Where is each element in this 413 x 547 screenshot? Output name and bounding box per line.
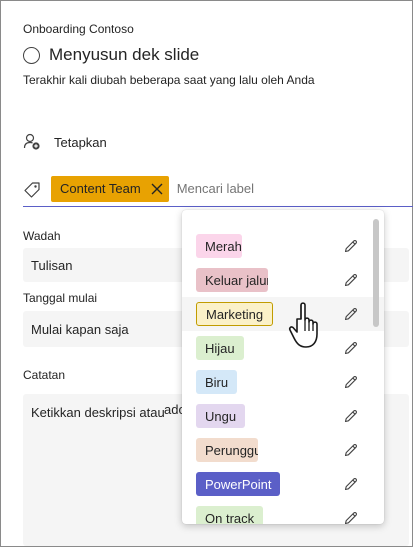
pencil-icon[interactable]	[344, 477, 358, 491]
task-details-card: Onboarding Contoso Menyusun dek slide Te…	[0, 0, 413, 547]
label-search-input[interactable]	[176, 181, 327, 196]
label-option[interactable]: Perunggu	[182, 433, 384, 467]
pencil-icon[interactable]	[344, 273, 358, 287]
label-option[interactable]: Hijau	[182, 331, 384, 365]
label-option-name: On track	[196, 506, 264, 524]
pencil-icon[interactable]	[344, 409, 358, 423]
assign-label: Tetapkan	[54, 134, 107, 150]
pencil-icon[interactable]	[344, 443, 358, 457]
notes-label: Catatan	[23, 368, 66, 382]
label-option-name: Perunggu	[196, 438, 258, 462]
pencil-icon[interactable]	[344, 375, 358, 389]
label-picker[interactable]: Content Team	[23, 175, 413, 207]
complete-task-checkbox[interactable]	[23, 46, 40, 64]
remove-label-icon[interactable]	[151, 183, 163, 195]
label-option[interactable]: On track	[182, 501, 384, 524]
notes-placeholder: Ketikkan deskripsi atau	[31, 405, 165, 420]
label-chip-content-team[interactable]: Content Team	[51, 175, 169, 202]
label-option[interactable]: Keluar jalur	[182, 263, 384, 297]
breadcrumb[interactable]: Onboarding Contoso	[23, 22, 134, 36]
label-option[interactable]: Marketing	[182, 297, 384, 331]
label-option-name: Biru	[196, 370, 238, 394]
label-option-name: Merah muda	[196, 234, 242, 258]
pencil-icon[interactable]	[344, 341, 358, 355]
label-option-name: Hijau	[196, 336, 244, 360]
label-option-name: Marketing	[196, 302, 274, 326]
hand-cursor-icon	[288, 302, 318, 348]
last-modified-text: Terakhir kali diubah beberapa saat yang …	[23, 73, 315, 87]
pencil-icon[interactable]	[344, 511, 358, 524]
task-title[interactable]: Menyusun dek slide	[49, 45, 199, 65]
bucket-label: Wadah	[23, 229, 61, 243]
label-option[interactable]: Biru	[182, 365, 384, 399]
label-option[interactable]: PowerPoint	[182, 467, 384, 501]
person-add-icon	[23, 133, 40, 150]
chip-label: Content Team	[60, 181, 141, 196]
bucket-value: Tulisan	[31, 258, 73, 273]
assign-button[interactable]: Tetapkan	[23, 133, 107, 151]
pencil-icon[interactable]	[344, 239, 358, 253]
label-option-name: Keluar jalur	[196, 268, 268, 292]
label-option-name: Ungu	[196, 404, 246, 428]
label-option[interactable]: Merah muda	[182, 229, 384, 263]
title-row: Menyusun dek slide	[23, 45, 199, 65]
pencil-icon[interactable]	[344, 307, 358, 321]
start-date-label: Tanggal mulai	[23, 291, 98, 305]
label-option-name: PowerPoint	[196, 472, 281, 496]
start-date-value: Mulai kapan saja	[31, 322, 129, 337]
dropdown-scrollbar[interactable]	[373, 219, 379, 327]
tag-icon	[24, 181, 40, 198]
label-option[interactable]: Ungu	[182, 399, 384, 433]
label-dropdown: Merah muda Keluar jalur Marketing Hijau Biru…	[182, 210, 384, 524]
